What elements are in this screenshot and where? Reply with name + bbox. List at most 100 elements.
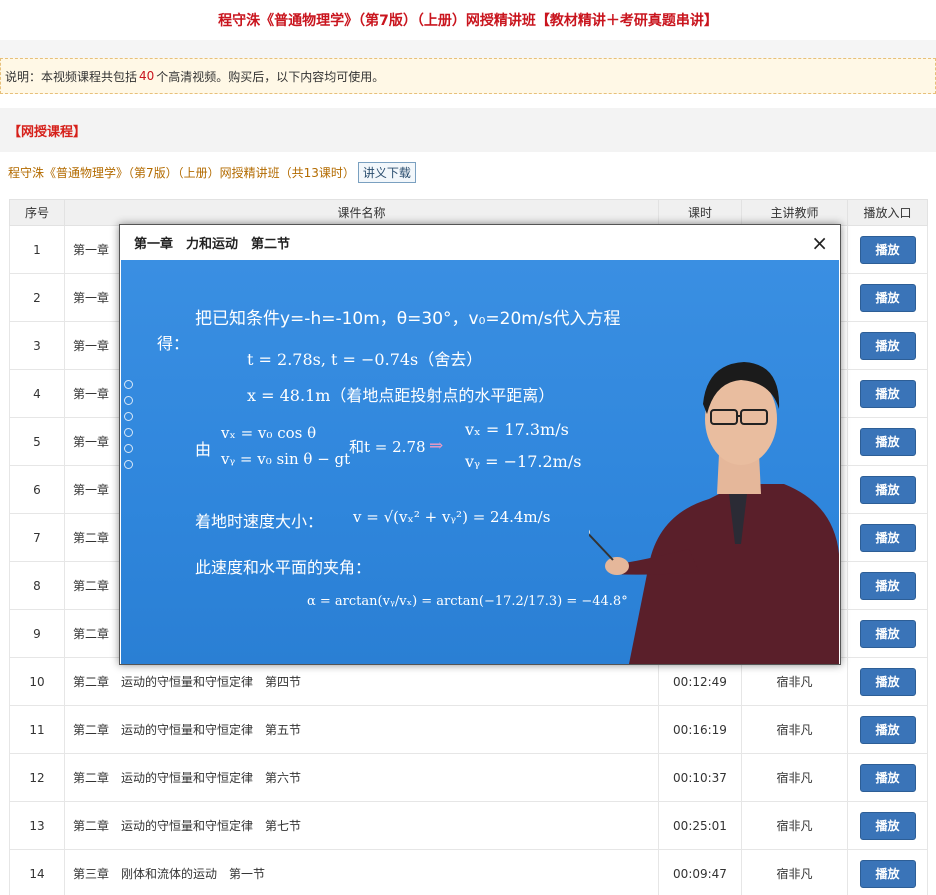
- video-modal-header: 第一章 力和运动 第二节 ×: [120, 225, 840, 260]
- table-row: 14 第三章 刚体和流体的运动 第一节 00:09:47 宿非凡 播放: [9, 849, 928, 895]
- play-button[interactable]: 播放: [859, 523, 916, 552]
- row-teacher: 宿非凡: [741, 705, 848, 754]
- row-duration: 00:09:47: [658, 849, 742, 895]
- player-control-icon[interactable]: [123, 444, 133, 453]
- notice-prefix: 说明：本视频课程共包括: [5, 69, 138, 84]
- slide-eq-b1: vₓ = 17.3m/s: [465, 420, 569, 439]
- play-button[interactable]: 播放: [859, 475, 916, 504]
- row-play-cell: 播放: [847, 657, 928, 706]
- row-play-cell: 播放: [847, 321, 928, 370]
- notice-video-count: 40: [139, 69, 155, 83]
- row-number: 14: [9, 849, 65, 895]
- video-player[interactable]: 把已知条件y=-h=-10m，θ=30°，v₀=20m/s代入方程 得： t =…: [121, 260, 839, 664]
- row-number: 5: [9, 417, 65, 466]
- slide-eq-you: 由: [195, 440, 212, 459]
- player-control-icon[interactable]: [123, 428, 133, 437]
- play-button[interactable]: 播放: [859, 667, 916, 696]
- row-number: 10: [9, 657, 65, 706]
- row-number: 11: [9, 705, 65, 754]
- table-row: 11 第二章 运动的守恒量和守恒定律 第五节 00:16:19 宿非凡 播放: [9, 705, 928, 754]
- row-play-cell: 播放: [847, 417, 928, 466]
- close-icon[interactable]: ×: [811, 233, 828, 253]
- slide-eq-a1: vₓ = v₀ cos θ: [221, 424, 317, 442]
- header-teacher: 主讲教师: [741, 199, 848, 226]
- row-play-cell: 播放: [847, 513, 928, 562]
- row-lesson-name: 第二章 运动的守恒量和守恒定律 第七节: [64, 801, 659, 850]
- play-button[interactable]: 播放: [859, 427, 916, 456]
- slide-angle-label: 此速度和水平面的夹角：: [195, 558, 372, 577]
- row-number: 6: [9, 465, 65, 514]
- slide-eq-a2: vᵧ = v₀ sin θ − gt: [221, 450, 351, 468]
- row-play-cell: 播放: [847, 465, 928, 514]
- course-line: 程守洙《普通物理学》（第7版）（上册）网授精讲班（共13课时） 讲义下载: [0, 152, 936, 192]
- row-lesson-name: 第二章 运动的守恒量和守恒定律 第五节: [64, 705, 659, 754]
- player-control-icon[interactable]: [123, 396, 133, 405]
- row-play-cell: 播放: [847, 849, 928, 895]
- slide-eq-and: 和t = 2.78: [349, 438, 426, 456]
- slide-line-1b: 得：: [157, 334, 190, 353]
- row-number: 1: [9, 225, 65, 274]
- slide-eq-b2: vᵧ = −17.2m/s: [465, 452, 582, 471]
- row-play-cell: 播放: [847, 225, 928, 274]
- play-button[interactable]: 播放: [859, 235, 916, 264]
- play-button[interactable]: 播放: [859, 571, 916, 600]
- row-play-cell: 播放: [847, 705, 928, 754]
- slide-line-2: t = 2.78s, t = −0.74s（舍去）: [247, 350, 483, 369]
- top-spacer: [0, 40, 936, 58]
- row-duration: 00:10:37: [658, 753, 742, 802]
- slide-line-1: 把已知条件y=-h=-10m，θ=30°，v₀=20m/s代入方程: [195, 309, 621, 329]
- play-button[interactable]: 播放: [859, 811, 916, 840]
- video-modal: 第一章 力和运动 第二节 × 把已知条件y=-h=-10m，θ=30°，v₀=2…: [119, 224, 841, 665]
- handout-download-button[interactable]: 讲义下载: [357, 161, 416, 183]
- row-duration: 00:25:01: [658, 801, 742, 850]
- table-row: 12 第二章 运动的守恒量和守恒定律 第六节 00:10:37 宿非凡 播放: [9, 753, 928, 802]
- play-button[interactable]: 播放: [859, 619, 916, 648]
- slide-eq-arrow: ⇒: [429, 436, 444, 456]
- page-title: 程守洙《普通物理学》（第7版）（上册）网授精讲班【教材精讲＋考研真题串讲】: [218, 13, 718, 29]
- play-button[interactable]: 播放: [859, 715, 916, 744]
- row-number: 12: [9, 753, 65, 802]
- row-play-cell: 播放: [847, 273, 928, 322]
- row-duration: 00:16:19: [658, 705, 742, 754]
- header-play: 播放入口: [847, 199, 928, 226]
- row-play-cell: 播放: [847, 753, 928, 802]
- header-num: 序号: [9, 199, 65, 226]
- row-play-cell: 播放: [847, 561, 928, 610]
- row-play-cell: 播放: [847, 609, 928, 658]
- play-button[interactable]: 播放: [859, 331, 916, 360]
- player-controls: [121, 380, 135, 469]
- row-number: 8: [9, 561, 65, 610]
- slide-speed-label: 着地时速度大小：: [195, 512, 324, 531]
- row-number: 7: [9, 513, 65, 562]
- row-play-cell: 播放: [847, 369, 928, 418]
- slide-line-3: x = 48.1m（着地点距投射点的水平距离）: [247, 386, 555, 405]
- row-number: 13: [9, 801, 65, 850]
- row-number: 9: [9, 609, 65, 658]
- section-title: 【网授课程】: [0, 108, 936, 152]
- notice-banner: 说明：本视频课程共包括 40 个高清视频。购买后，以下内容均可使用。: [0, 58, 936, 94]
- header-duration: 课时: [658, 199, 742, 226]
- row-lesson-name: 第二章 运动的守恒量和守恒定律 第六节: [64, 753, 659, 802]
- play-button[interactable]: 播放: [859, 859, 916, 888]
- row-teacher: 宿非凡: [741, 753, 848, 802]
- row-play-cell: 播放: [847, 801, 928, 850]
- table-header-row: 序号 课件名称 课时 主讲教师 播放入口: [9, 199, 928, 226]
- row-number: 4: [9, 369, 65, 418]
- player-control-icon[interactable]: [123, 412, 133, 421]
- play-button[interactable]: 播放: [859, 379, 916, 408]
- row-teacher: 宿非凡: [741, 801, 848, 850]
- row-number: 2: [9, 273, 65, 322]
- row-number: 3: [9, 321, 65, 370]
- slide-speed-eq: v = √(vₓ² + vᵧ²) = 24.4m/s: [353, 508, 551, 526]
- play-button[interactable]: 播放: [859, 763, 916, 792]
- row-teacher: 宿非凡: [741, 849, 848, 895]
- player-control-icon[interactable]: [123, 380, 133, 389]
- course-title: 程守洙《普通物理学》（第7版）（上册）网授精讲班（共13课时）: [8, 165, 355, 180]
- player-control-icon[interactable]: [123, 460, 133, 469]
- header-name: 课件名称: [64, 199, 659, 226]
- table-row: 13 第二章 运动的守恒量和守恒定律 第七节 00:25:01 宿非凡 播放: [9, 801, 928, 850]
- video-modal-title: 第一章 力和运动 第二节: [134, 237, 291, 252]
- play-button[interactable]: 播放: [859, 283, 916, 312]
- slide-angle-eq: α = arctan(vᵧ/vₓ) = arctan(−17.2/17.3) =…: [307, 594, 628, 609]
- notice-suffix: 个高清视频。购买后，以下内容均可使用。: [156, 69, 385, 84]
